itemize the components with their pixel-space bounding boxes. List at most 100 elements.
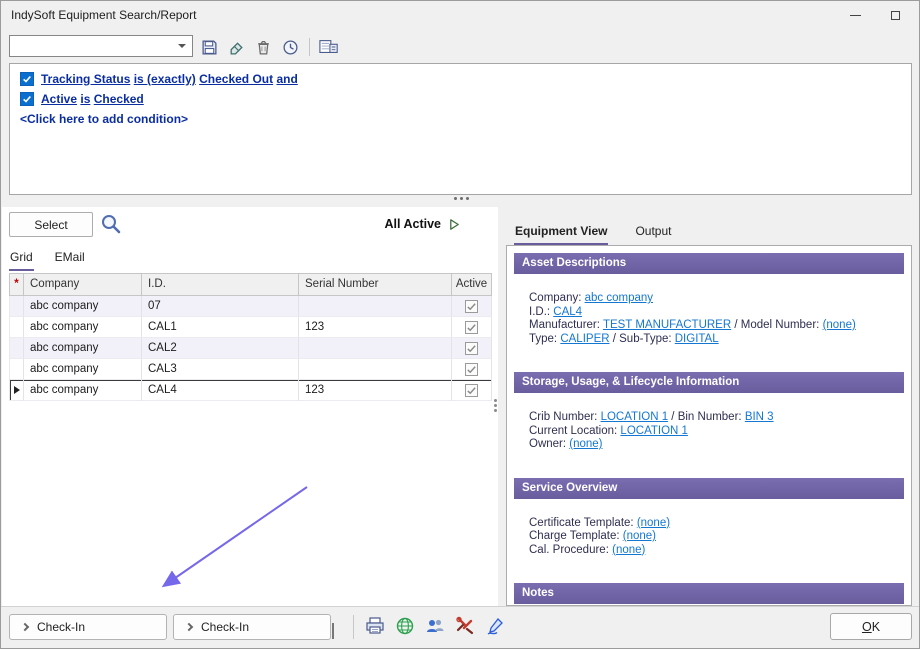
- tab-output[interactable]: Output: [634, 222, 672, 243]
- info-link[interactable]: CAL4: [553, 306, 582, 318]
- info-label: Charge Template:: [529, 530, 623, 542]
- table-row[interactable]: abc companyCAL1123: [9, 317, 492, 338]
- signature-icon[interactable]: [483, 614, 507, 638]
- delete-icon[interactable]: [253, 37, 273, 57]
- ok-button[interactable]: OK: [830, 613, 912, 640]
- minimize-button[interactable]: [839, 6, 871, 25]
- info-link[interactable]: (none): [637, 517, 670, 529]
- check-in-button-2[interactable]: Check-In: [173, 614, 331, 640]
- info-label: Crib Number:: [529, 411, 601, 423]
- add-condition-link[interactable]: <Click here to add condition>: [20, 112, 903, 126]
- minimize-icon: [850, 15, 861, 16]
- info-line: Type: CALIPER / Sub-Type: DIGITAL: [529, 333, 898, 347]
- grid-header-company[interactable]: Company: [24, 274, 142, 295]
- info-link[interactable]: DIGITAL: [675, 333, 719, 345]
- cell-id: CAL4: [142, 380, 299, 401]
- eraser-icon[interactable]: [226, 37, 246, 57]
- active-checkbox[interactable]: [465, 363, 478, 376]
- info-label: / Sub-Type:: [610, 333, 675, 345]
- active-checkbox[interactable]: [465, 384, 478, 397]
- vertical-splitter-grip[interactable]: [494, 399, 497, 402]
- info-label: Manufacturer:: [529, 319, 603, 331]
- active-checkbox[interactable]: [465, 342, 478, 355]
- table-row[interactable]: abc companyCAL3: [9, 359, 492, 380]
- info-link[interactable]: abc company: [585, 292, 653, 304]
- grid-header-indicator[interactable]: *: [10, 274, 24, 295]
- history-icon[interactable]: [280, 37, 300, 57]
- grid-header-id[interactable]: I.D.: [142, 274, 299, 295]
- section-body: Certificate Template: (none)Charge Templ…: [514, 499, 904, 584]
- chevron-right-icon: [185, 622, 193, 630]
- grid-header-active[interactable]: Active: [452, 274, 492, 295]
- tab-grid[interactable]: Grid: [9, 248, 34, 269]
- select-button[interactable]: Select: [9, 212, 93, 237]
- info-link[interactable]: BIN 3: [745, 411, 774, 423]
- info-link[interactable]: (none): [623, 530, 656, 542]
- info-line: Crib Number: LOCATION 1 / Bin Number: BI…: [529, 411, 898, 425]
- chevron-down-icon: [178, 44, 186, 48]
- tab-email[interactable]: EMail: [54, 248, 86, 269]
- info-label: / Bin Number:: [668, 411, 745, 423]
- cell-company: abc company: [24, 359, 142, 380]
- save-icon[interactable]: [199, 37, 219, 57]
- condition-term[interactable]: Active: [41, 92, 77, 106]
- info-link[interactable]: (none): [569, 438, 602, 450]
- left-tab-bar: Grid EMail: [9, 248, 86, 269]
- required-star: *: [14, 274, 18, 295]
- bottom-icon-bar: [363, 614, 507, 638]
- info-link[interactable]: LOCATION 1: [601, 411, 669, 423]
- condition-term[interactable]: and: [276, 72, 297, 86]
- scope-control[interactable]: All Active: [331, 217, 461, 231]
- condition-term[interactable]: is (exactly): [134, 72, 196, 86]
- tools-icon[interactable]: [453, 614, 477, 638]
- toolbar: [199, 36, 339, 58]
- globe-icon[interactable]: [393, 614, 417, 638]
- grid-header-serial[interactable]: Serial Number: [299, 274, 452, 295]
- condition-checkbox[interactable]: [20, 72, 34, 86]
- cell-id: CAL1: [142, 317, 299, 338]
- condition-term[interactable]: Tracking Status: [41, 72, 130, 86]
- print-icon[interactable]: [363, 614, 387, 638]
- active-checkbox[interactable]: [465, 321, 478, 334]
- horizontal-splitter-grip[interactable]: [454, 197, 457, 200]
- condition-term[interactable]: Checked Out: [199, 72, 273, 86]
- tab-equipment-view[interactable]: Equipment View: [514, 222, 608, 243]
- table-row[interactable]: abc companyCAL4123: [9, 380, 492, 401]
- info-line: Owner: (none): [529, 438, 898, 452]
- info-link[interactable]: (none): [612, 544, 645, 556]
- condition-checkbox[interactable]: [20, 92, 34, 106]
- info-label: Current Location:: [529, 425, 620, 437]
- cell-serial: [299, 338, 452, 359]
- titlebar: IndySoft Equipment Search/Report: [1, 1, 919, 29]
- more-actions-button[interactable]: [332, 623, 342, 633]
- combo-dropdown-button[interactable]: [173, 37, 191, 55]
- maximize-button[interactable]: [879, 6, 911, 25]
- table-row[interactable]: abc companyCAL2: [9, 338, 492, 359]
- grid-body: abc company07abc companyCAL1123abc compa…: [9, 296, 492, 401]
- cell-serial: [299, 359, 452, 380]
- check-in-button-1[interactable]: Check-In: [9, 614, 167, 640]
- row-indicator-cell: [10, 296, 24, 317]
- chevron-down-icon: [332, 623, 334, 639]
- users-icon[interactable]: [423, 614, 447, 638]
- info-link[interactable]: TEST MANUFACTURER: [603, 319, 731, 331]
- active-checkbox[interactable]: [465, 300, 478, 313]
- info-link[interactable]: CALIPER: [560, 333, 609, 345]
- cell-active: [452, 317, 492, 338]
- right-tab-bar: Equipment View Output: [514, 222, 673, 243]
- row-indicator-cell: [10, 338, 24, 359]
- condition-term[interactable]: Checked: [94, 92, 144, 106]
- ok-label-accel: O: [862, 620, 872, 634]
- section-header: Service Overview: [514, 478, 904, 499]
- info-label: Cal. Procedure:: [529, 544, 612, 556]
- search-icon[interactable]: [99, 212, 123, 236]
- equipment-grid: * Company I.D. Serial Number Active abc …: [9, 273, 492, 401]
- table-row[interactable]: abc company07: [9, 296, 492, 317]
- report-combo[interactable]: [9, 35, 193, 57]
- condition-text: Tracking Status is (exactly) Checked Out…: [41, 72, 298, 86]
- info-link[interactable]: LOCATION 1: [620, 425, 688, 437]
- info-link[interactable]: (none): [823, 319, 856, 331]
- info-label: / Model Number:: [731, 319, 822, 331]
- condition-term[interactable]: is: [80, 92, 90, 106]
- report-icon[interactable]: [319, 37, 339, 57]
